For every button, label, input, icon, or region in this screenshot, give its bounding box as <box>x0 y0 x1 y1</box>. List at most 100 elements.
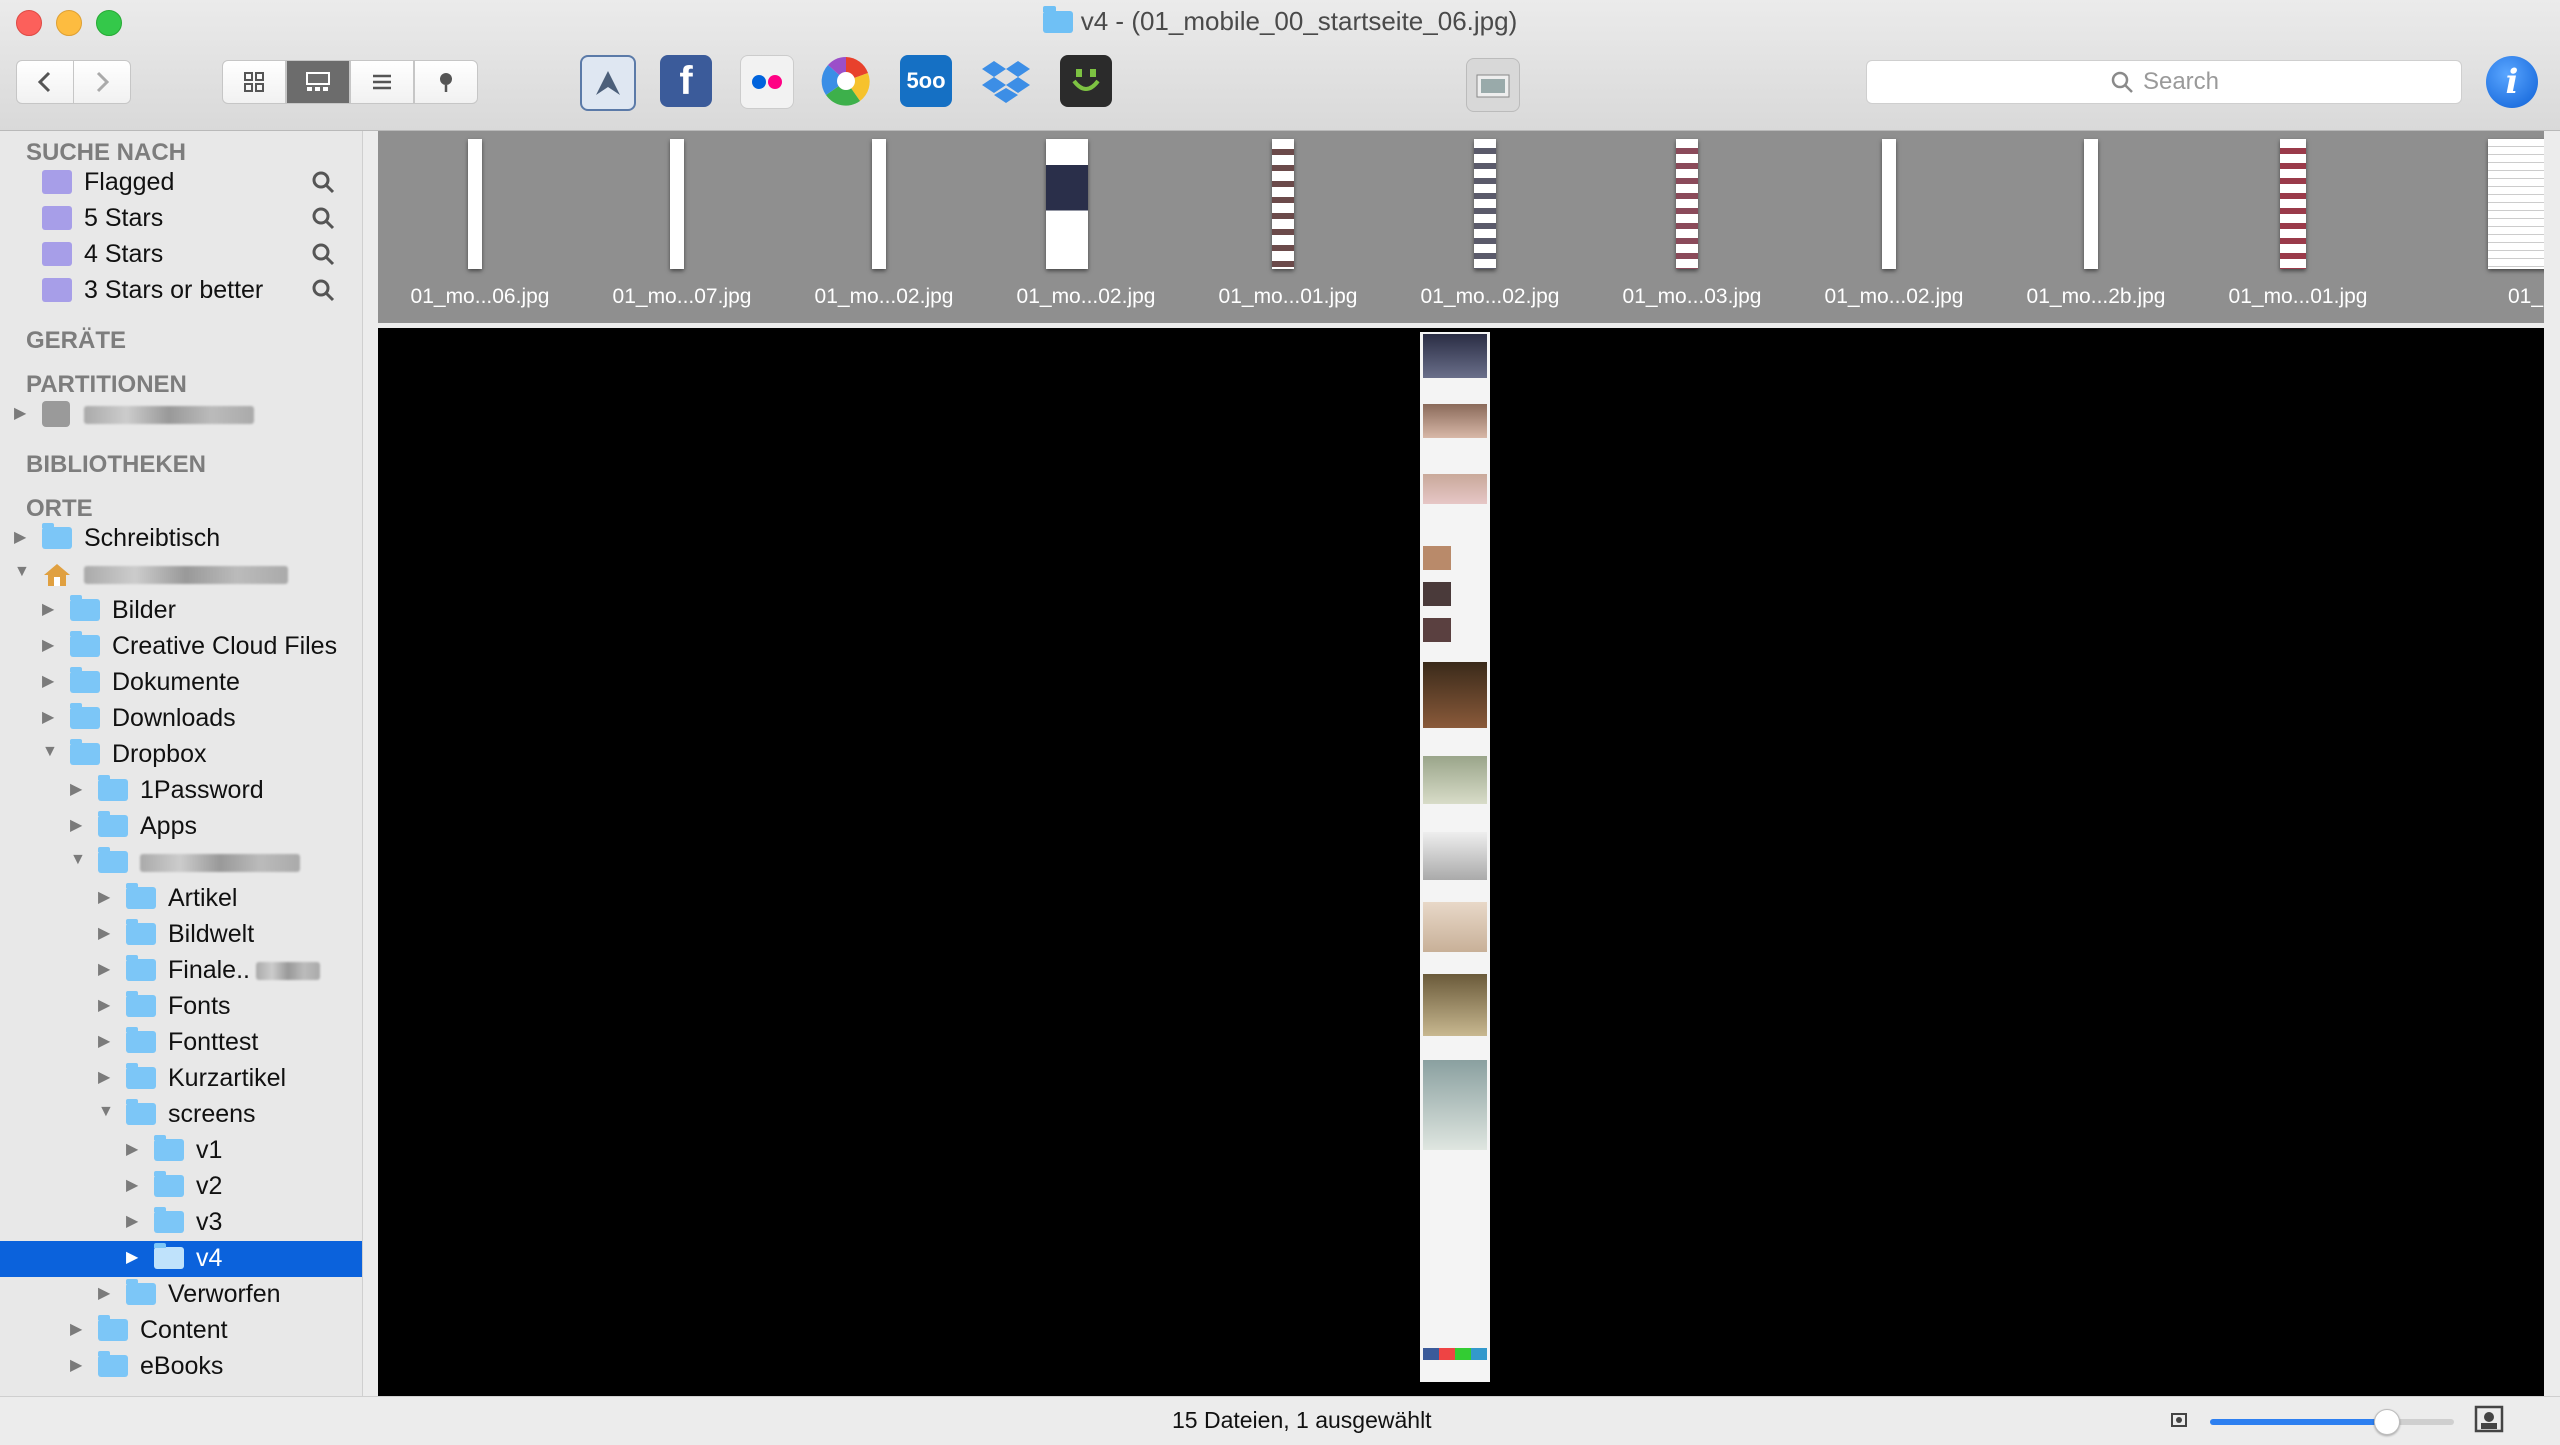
disclosure-triangle-icon[interactable]: ▶ <box>126 1247 138 1267</box>
forward-button[interactable] <box>73 60 131 104</box>
filmstrip-view-button[interactable] <box>286 60 350 104</box>
search-field[interactable]: Search <box>1866 60 2462 104</box>
sidebar-item-ebooks[interactable]: ▶ eBooks <box>0 1349 362 1385</box>
sidebar-item-apps[interactable]: ▶ Apps <box>0 809 362 845</box>
folder-icon <box>126 991 156 1017</box>
section-devices: GERÄTE <box>26 327 127 354</box>
disclosure-triangle-icon[interactable]: ▶ <box>14 403 26 423</box>
sidebar-item-shared-folder[interactable]: ▼ <box>0 845 362 881</box>
sidebar-item-fonts[interactable]: ▶ Fonts <box>0 989 362 1025</box>
sidebar: SUCHE NACH Flagged 5 Stars 4 Stars 3 Sta… <box>0 131 363 1401</box>
grid-view-button[interactable] <box>222 60 286 104</box>
disclosure-triangle-icon[interactable]: ▶ <box>42 707 54 727</box>
sidebar-item-1password[interactable]: ▶ 1Password <box>0 773 362 809</box>
disclosure-triangle-icon[interactable]: ▶ <box>126 1211 138 1231</box>
dropbox-button[interactable] <box>980 55 1032 107</box>
disclosure-triangle-icon[interactable]: ▶ <box>98 959 110 979</box>
dropbox-icon <box>982 61 1030 103</box>
disclosure-triangle-icon[interactable]: ▼ <box>42 743 58 761</box>
thumbnail[interactable]: 01_mo...07.jpg <box>582 139 782 319</box>
thumbnail[interactable]: 01_mo...01.jpg <box>2198 139 2398 319</box>
list-view-button[interactable] <box>350 60 414 104</box>
sidebar-item-bilder[interactable]: ▶ Bilder <box>0 593 362 629</box>
sidebar-item-content[interactable]: ▶ Content <box>0 1313 362 1349</box>
info-button[interactable]: i <box>2486 56 2538 108</box>
500px-button[interactable]: 5oo <box>900 55 952 107</box>
sidebar-item-label: Dokumente <box>112 668 240 696</box>
search-icon <box>2111 71 2133 93</box>
disclosure-triangle-icon[interactable]: ▶ <box>70 815 82 835</box>
thumbnail[interactable]: 01_mo...02.jpg <box>1794 139 1994 319</box>
disclosure-triangle-icon[interactable]: ▶ <box>126 1139 138 1159</box>
disclosure-triangle-icon[interactable]: ▶ <box>98 923 110 943</box>
sidebar-item-dropbox[interactable]: ▼ Dropbox <box>0 737 362 773</box>
sidebar-item-home[interactable]: ▼ <box>0 557 362 593</box>
slideshow-button[interactable] <box>1466 58 1520 112</box>
thumbnail[interactable]: 01_mo...06. <box>2400 139 2544 319</box>
sidebar-item-artikel[interactable]: ▶ Artikel <box>0 881 362 917</box>
zoom-slider[interactable] <box>2210 1409 2454 1435</box>
sidebar-item-label: Downloads <box>112 704 236 732</box>
disclosure-triangle-icon[interactable]: ▶ <box>70 779 82 799</box>
sidebar-item-creative-cloud-files[interactable]: ▶ Creative Cloud Files <box>0 629 362 665</box>
disclosure-triangle-icon[interactable]: ▶ <box>70 1355 82 1375</box>
thumbnail[interactable]: 01_mo...03.jpg <box>1592 139 1792 319</box>
folder-icon <box>154 1207 184 1233</box>
sidebar-item-bildwelt[interactable]: ▶ Bildwelt <box>0 917 362 953</box>
disclosure-triangle-icon[interactable]: ▶ <box>42 635 54 655</box>
sidebar-item-screens[interactable]: ▼ screens <box>0 1097 362 1133</box>
preview-image-block <box>1423 1348 1487 1360</box>
thumbnail[interactable]: 01_mo...02.jpg <box>1390 139 1590 319</box>
smugmug-button[interactable] <box>1060 55 1112 107</box>
image-viewer[interactable] <box>378 328 2544 1396</box>
disclosure-triangle-icon[interactable]: ▶ <box>98 1283 110 1303</box>
thumbnail[interactable]: 01_mo...06.jpg <box>380 139 580 319</box>
sidebar-item-label: v4 <box>196 1244 223 1272</box>
map-view-button[interactable] <box>414 60 478 104</box>
disclosure-triangle-icon[interactable]: ▶ <box>42 599 54 619</box>
sidebar-item-finale[interactable]: ▶ Finale.. <box>0 953 362 989</box>
facebook-button[interactable]: f <box>660 55 712 107</box>
smart-search-flagged[interactable]: Flagged <box>0 165 362 201</box>
picasa-button[interactable] <box>820 55 872 107</box>
thumbnail[interactable]: 01_mo...02.jpg <box>986 139 1186 319</box>
sidebar-item-v1[interactable]: ▶ v1 <box>0 1133 362 1169</box>
disclosure-triangle-icon[interactable]: ▼ <box>14 563 30 581</box>
preview-image-block <box>1423 662 1487 728</box>
folder-icon <box>70 595 100 621</box>
back-button[interactable] <box>16 60 74 104</box>
sidebar-item-v2[interactable]: ▶ v2 <box>0 1169 362 1205</box>
thumbnail[interactable]: 01_mo...02.jpg <box>784 139 984 319</box>
thumbnail[interactable]: 01_mo...01.jpg <box>1188 139 1388 319</box>
map-view-icon <box>440 73 452 92</box>
smart-search-3-stars-or-better[interactable]: 3 Stars or better <box>0 273 362 309</box>
partition-item[interactable]: ▶ <box>0 397 362 433</box>
smart-search-4-stars[interactable]: 4 Stars <box>0 237 362 273</box>
smart-search-5-stars[interactable]: 5 Stars <box>0 201 362 237</box>
sidebar-item-kurzartikel[interactable]: ▶ Kurzartikel <box>0 1061 362 1097</box>
sidebar-item-fonttest[interactable]: ▶ Fonttest <box>0 1025 362 1061</box>
sidebar-item-schreibtisch[interactable]: ▶ Schreibtisch <box>0 521 362 557</box>
eagle-upload-button[interactable] <box>580 55 636 111</box>
disclosure-triangle-icon[interactable]: ▶ <box>98 1031 110 1051</box>
disclosure-triangle-icon[interactable]: ▶ <box>98 995 110 1015</box>
disclosure-triangle-icon[interactable]: ▶ <box>42 671 54 691</box>
disclosure-triangle-icon[interactable]: ▼ <box>70 851 86 869</box>
zoom-slider-knob[interactable] <box>2373 1409 2400 1435</box>
flickr-button[interactable] <box>740 55 794 109</box>
disclosure-triangle-icon[interactable]: ▶ <box>126 1175 138 1195</box>
disclosure-triangle-icon[interactable]: ▼ <box>98 1103 114 1121</box>
disclosure-triangle-icon[interactable]: ▶ <box>70 1319 82 1339</box>
thumbnail-image <box>2280 139 2306 269</box>
disclosure-triangle-icon[interactable]: ▶ <box>98 887 110 907</box>
disclosure-triangle-icon[interactable]: ▶ <box>14 527 26 547</box>
disclosure-triangle-icon[interactable]: ▶ <box>98 1067 110 1087</box>
sidebar-item-verworfen[interactable]: ▶ Verworfen <box>0 1277 362 1313</box>
sidebar-item-downloads[interactable]: ▶ Downloads <box>0 701 362 737</box>
sidebar-item-dokumente[interactable]: ▶ Dokumente <box>0 665 362 701</box>
folder-icon <box>98 775 128 801</box>
sidebar-item-v4[interactable]: ▶ v4 <box>0 1241 362 1277</box>
thumbnail-caption: 01_mo...02.jpg <box>1016 285 1156 308</box>
sidebar-item-v3[interactable]: ▶ v3 <box>0 1205 362 1241</box>
thumbnail[interactable]: 01_mo...2b.jpg <box>1996 139 2196 319</box>
